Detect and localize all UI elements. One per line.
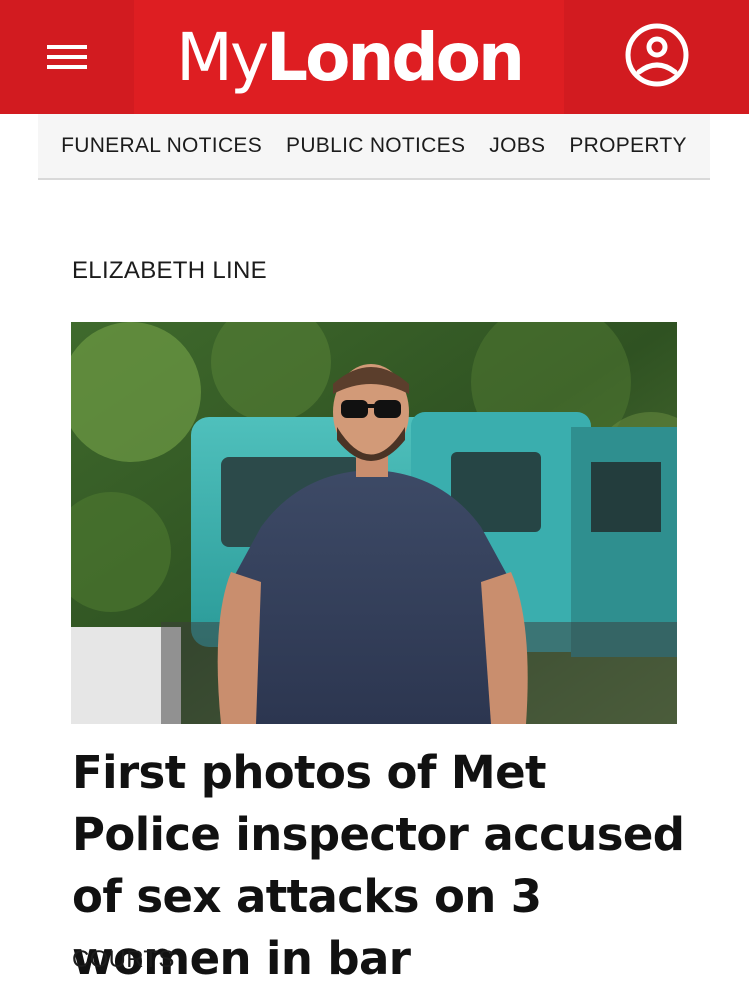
site-header: My London — [0, 0, 749, 114]
category-label[interactable]: COURTS — [72, 946, 175, 974]
section-label[interactable]: ELIZABETH LINE — [72, 257, 267, 285]
account-button[interactable] — [564, 0, 749, 114]
nav-funeral-notices[interactable]: FUNERAL NOTICES — [61, 134, 262, 158]
article-photo[interactable] — [71, 322, 677, 724]
header-bar: My London — [0, 0, 749, 114]
nav-jobs[interactable]: JOBS — [489, 134, 545, 158]
site-logo[interactable]: My London — [134, 0, 564, 114]
hamburger-menu-icon — [47, 45, 87, 69]
menu-button[interactable] — [0, 0, 134, 114]
nav-property[interactable]: PROPERTY — [569, 134, 687, 158]
user-account-icon — [624, 22, 690, 93]
nav-public-notices[interactable]: PUBLIC NOTICES — [286, 134, 465, 158]
logo-my: My — [176, 18, 269, 96]
logo-london: London — [266, 18, 525, 96]
secondary-nav: FUNERAL NOTICES PUBLIC NOTICES JOBS PROP… — [38, 114, 710, 180]
